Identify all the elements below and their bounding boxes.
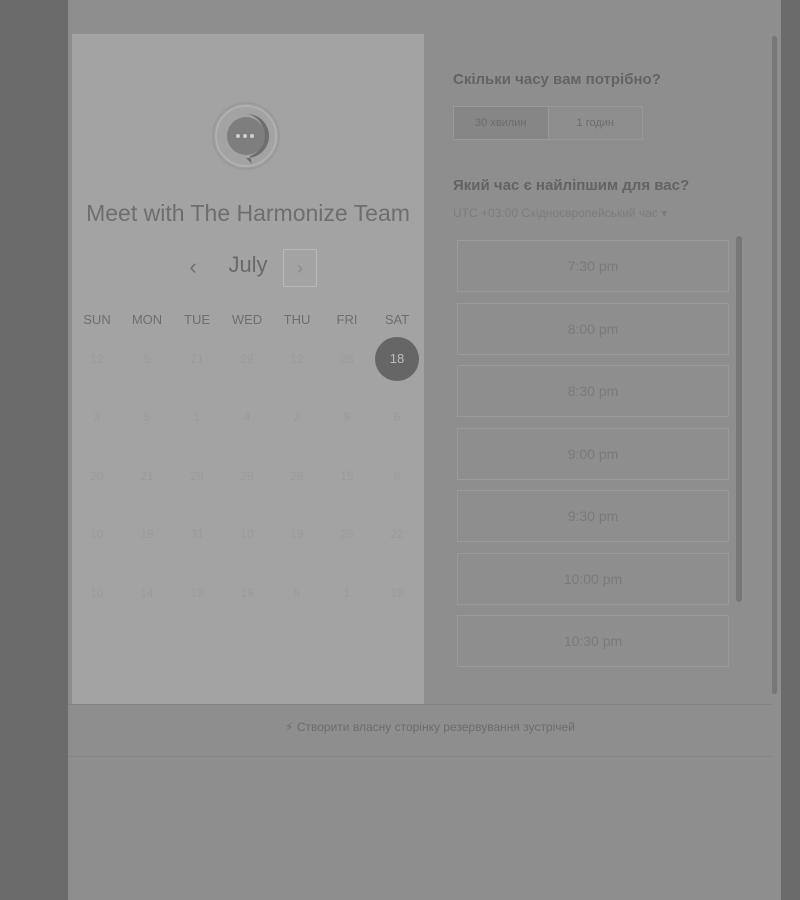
calendar-day: 10: [90, 527, 104, 541]
calendar-day: 5: [293, 586, 301, 600]
calendar-day: 12: [90, 352, 104, 366]
month-navigation: ‹ July ›: [72, 246, 424, 287]
prev-month-button[interactable]: ‹: [180, 254, 206, 280]
page-scrollbar[interactable]: [772, 36, 777, 694]
calendar-day: 18: [140, 527, 154, 541]
calendar-day: 6: [393, 410, 401, 424]
calendar-day: 29: [290, 469, 304, 483]
calendar-day: 12: [290, 352, 304, 366]
time-slot[interactable]: 7:30 pm: [457, 240, 729, 292]
calendar-day: 28: [340, 352, 354, 366]
month-label: July: [228, 252, 268, 277]
duration-question: Скільки часу вам потрібно?: [453, 71, 661, 88]
time-slots-scrollbar[interactable]: [736, 236, 742, 602]
calendar-day: 25: [340, 527, 354, 541]
calendar-day: 29: [240, 352, 254, 366]
time-slot[interactable]: 9:00 pm: [457, 428, 729, 480]
weekday-label: WED: [231, 312, 263, 327]
calendar-day: 29: [240, 469, 254, 483]
calendar-day: 1: [343, 586, 351, 600]
calendar-day: 14: [140, 586, 154, 600]
time-slot[interactable]: 10:00 pm: [457, 553, 729, 605]
calendar-day: 8: [393, 469, 401, 483]
calendar-day: 3: [93, 410, 101, 424]
calendar-day: 19: [390, 586, 404, 600]
weekday-label: SAT: [384, 312, 410, 327]
timezone-selector[interactable]: UTC +03:00 Східноєвропейський час ▾: [453, 206, 667, 220]
calendar-day: 15: [340, 469, 354, 483]
calendar-day: 9: [343, 410, 351, 424]
calendar-day: 1: [193, 410, 201, 424]
create-booking-page-link[interactable]: ⚡ Створити власну сторінку резервування …: [0, 720, 800, 734]
weekday-label: MON: [131, 312, 163, 327]
chat-bubble-logo-icon: [212, 96, 280, 176]
time-slot[interactable]: 8:30 pm: [457, 365, 729, 417]
calendar-day: 10: [90, 586, 104, 600]
next-month-button[interactable]: ›: [283, 249, 317, 287]
calendar-day: 4: [243, 410, 251, 424]
duration-toggle: 30 хвилин 1 годин: [453, 106, 643, 140]
event-title: Meet with The Harmonize Team: [86, 200, 410, 226]
duration-option-1hour[interactable]: 1 годин: [547, 107, 643, 139]
calendar-day: 20: [90, 469, 104, 483]
calendar-day: 22: [390, 527, 404, 541]
calendar-day: 13: [190, 586, 204, 600]
weekday-label: SUN: [83, 312, 111, 327]
calendar-day: 21: [140, 469, 154, 483]
calendar-day: 19: [290, 527, 304, 541]
time-slot[interactable]: 10:30 pm: [457, 615, 729, 667]
calendar-day: 5: [143, 410, 151, 424]
calendar-day: 19: [240, 586, 254, 600]
weekday-header: SUN MON TUE WED THU FRI SAT: [72, 312, 424, 332]
footer-divider: [68, 756, 772, 757]
weekday-label: TUE: [184, 312, 210, 327]
calendar-day-selected[interactable]: 18: [375, 337, 419, 381]
time-slot[interactable]: 9:30 pm: [457, 490, 729, 542]
calendar-day: 28: [190, 469, 204, 483]
time-question: Який час є найліпшим для вас?: [453, 177, 690, 194]
weekday-label: THU: [283, 312, 311, 327]
duration-option-30min[interactable]: 30 хвилин: [454, 107, 548, 139]
calendar-day: 21: [190, 352, 204, 366]
calendar-day: 5: [143, 352, 151, 366]
calendar-day: 31: [190, 527, 204, 541]
calendar-card: Meet with The Harmonize Team ‹ July › SU…: [72, 34, 424, 704]
weekday-label: FRI: [336, 312, 358, 327]
calendar-day: 2: [293, 410, 301, 424]
footer-divider: [68, 704, 772, 705]
time-slot[interactable]: 8:00 pm: [457, 303, 729, 355]
calendar-day: 10: [240, 527, 254, 541]
